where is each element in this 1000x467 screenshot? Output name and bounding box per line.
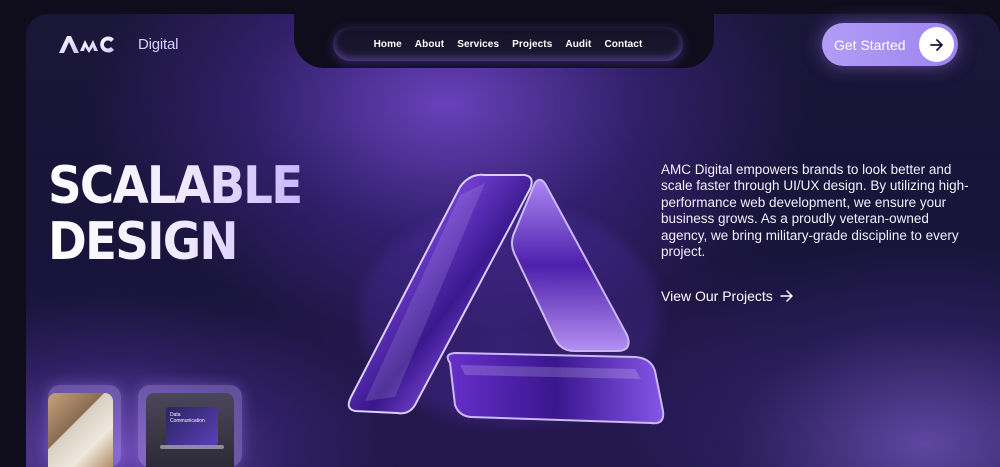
amc-logo-icon <box>59 36 114 53</box>
nav-about[interactable]: About <box>415 39 444 50</box>
arrow-right-icon <box>919 27 954 62</box>
nav-projects[interactable]: Projects <box>512 39 552 50</box>
logo-suffix: Digital <box>138 35 179 53</box>
arrow-right-icon <box>780 290 793 302</box>
hero-description: AMC Digital empowers brands to look bett… <box>661 162 969 260</box>
get-started-label: Get Started <box>834 36 906 53</box>
page-edge <box>0 0 26 467</box>
view-projects-link[interactable]: View Our Projects <box>661 288 794 304</box>
laptop-base <box>160 445 224 449</box>
branding-image <box>48 393 113 467</box>
view-projects-label: View Our Projects <box>661 288 773 304</box>
headline-line-1: SCALABLE <box>48 156 303 216</box>
hero-headline: SCALABLE DESIGN <box>48 156 303 270</box>
project-thumbnail-branding[interactable] <box>48 385 121 467</box>
nav-audit[interactable]: Audit <box>565 39 591 50</box>
nav-contact[interactable]: Contact <box>604 39 642 50</box>
laptop-screen: Data Communication <box>166 407 218 445</box>
project-thumbnail-laptop[interactable]: Data Communication <box>138 385 242 467</box>
laptop-screen-text: Data Communication <box>170 412 205 424</box>
nav-services[interactable]: Services <box>457 39 499 50</box>
headline-line-2: DESIGN <box>48 214 301 270</box>
get-started-button[interactable]: Get Started <box>822 23 958 66</box>
nav-home[interactable]: Home <box>374 39 402 50</box>
laptop-image: Data Communication <box>146 393 234 467</box>
glass-a-logo-icon <box>347 173 665 425</box>
main-nav: Home About Services Projects Audit Conta… <box>333 27 683 61</box>
brand-logo[interactable]: Digital <box>58 34 178 54</box>
